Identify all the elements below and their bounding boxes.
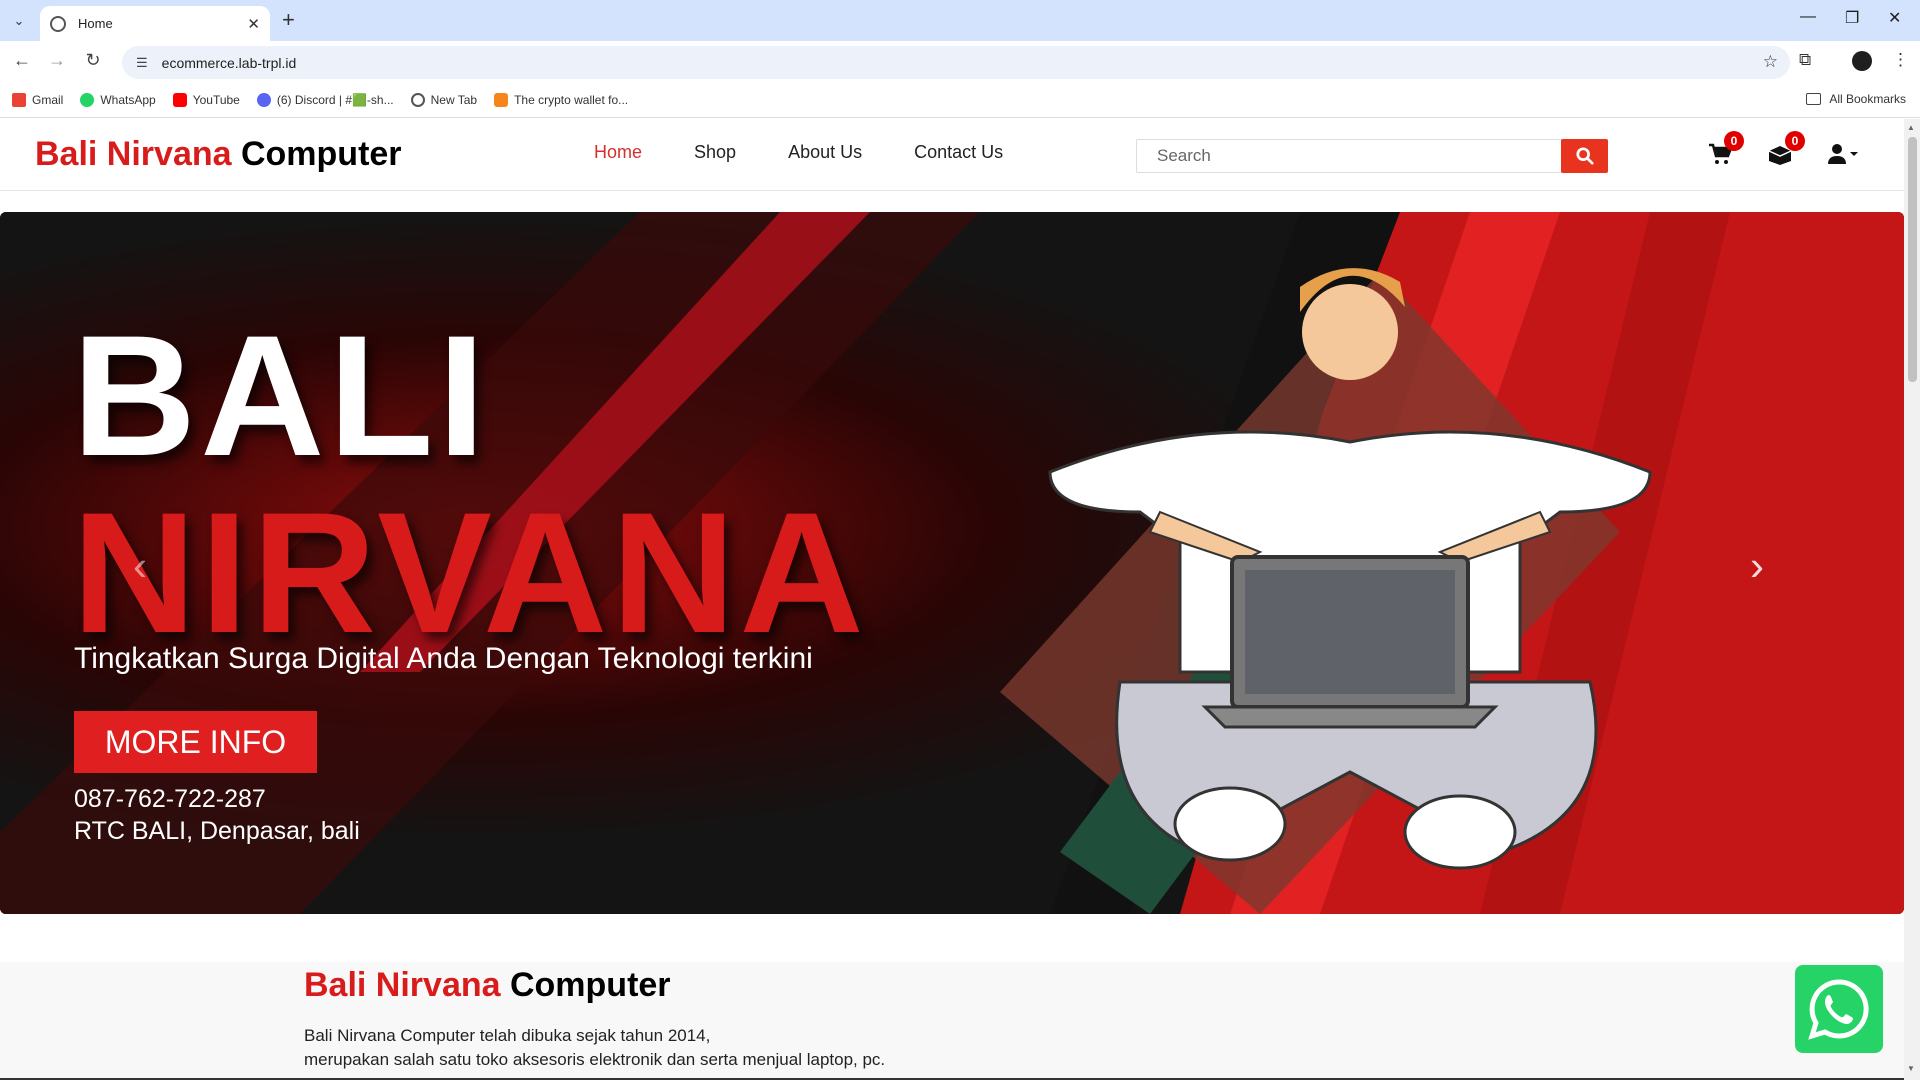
- site-settings-icon[interactable]: ☰: [136, 55, 148, 71]
- page-scrollbar[interactable]: ▲ ▼: [1904, 119, 1920, 1080]
- whatsapp-icon: [80, 93, 95, 107]
- scroll-down-icon[interactable]: ▼: [1907, 1064, 1915, 1073]
- hero-title-line1: BALI: [72, 300, 490, 492]
- menu-dots-icon[interactable]: ⋮: [1892, 50, 1909, 70]
- nav-contact-us[interactable]: Contact Us: [914, 142, 1003, 163]
- main-nav: Home Shop About Us Contact Us: [594, 142, 1055, 163]
- hero-subtitle: Tingkatkan Surga Digital Anda Dengan Tek…: [74, 642, 813, 675]
- all-bookmarks[interactable]: All Bookmarks: [1806, 92, 1906, 106]
- about-title-part2: Computer: [509, 966, 671, 1004]
- restore-icon[interactable]: ❐: [1845, 8, 1859, 28]
- bookmark-new-tab[interactable]: New Tab: [410, 93, 478, 107]
- window-close-icon[interactable]: ✕: [1888, 8, 1901, 28]
- about-title-part1: Bali Nirvana: [304, 966, 501, 1004]
- profile-avatar[interactable]: [1852, 51, 1872, 71]
- search-box: [1136, 139, 1608, 173]
- bookmark-label: (6) Discord | #🟩-sh...: [276, 93, 394, 107]
- close-icon[interactable]: ✕: [247, 15, 260, 33]
- bookmark-whatsapp[interactable]: WhatsApp: [80, 93, 156, 107]
- whatsapp-button[interactable]: [1795, 965, 1883, 1053]
- bookmark-label: New Tab: [430, 93, 478, 107]
- bookmark-label: The crypto wallet fo...: [514, 93, 629, 107]
- hero-address: RTC BALI, Denpasar, bali: [74, 817, 360, 845]
- bookmark-label: Gmail: [32, 93, 64, 107]
- back-icon[interactable]: ←: [10, 50, 34, 71]
- new-tab-icon[interactable]: +: [282, 8, 295, 32]
- website-viewport: Bali Nirvana Computer Home Shop About Us…: [0, 119, 1904, 1080]
- bookmark-discord[interactable]: (6) Discord | #🟩-sh...: [256, 93, 394, 107]
- minimize-icon[interactable]: —: [1800, 8, 1816, 26]
- user-icon: [1828, 144, 1858, 164]
- about-line1: Bali Nirvana Computer telah dibuka sejak…: [304, 1026, 711, 1045]
- scroll-thumb[interactable]: [1908, 137, 1917, 382]
- hero-title-line2: NIRVANA: [72, 477, 868, 669]
- account-menu[interactable]: [1828, 143, 1860, 170]
- more-info-button[interactable]: MORE INFO: [74, 711, 317, 773]
- all-bookmarks-label: All Bookmarks: [1829, 92, 1906, 106]
- search-input[interactable]: [1137, 140, 1562, 172]
- forward-icon[interactable]: →: [45, 50, 69, 71]
- hero-phone: 087-762-722-287: [74, 785, 266, 813]
- whatsapp-icon: [1808, 979, 1869, 1040]
- about-line2: merupakan salah satu toko aksesoris elek…: [304, 1050, 886, 1069]
- bookmark-label: YouTube: [192, 93, 240, 107]
- bookmark-label: WhatsApp: [100, 93, 156, 107]
- browser-toolbar: ← → ↻ ☰ ecommerce.lab-trpl.id ☆ ⧉ ⋮: [0, 41, 1920, 83]
- logo-part2: Computer: [240, 135, 402, 173]
- extensions-icon[interactable]: ⧉: [1799, 50, 1811, 70]
- tab-search-icon[interactable]: ⌄: [6, 8, 32, 34]
- youtube-icon: [172, 93, 187, 107]
- bookmark-metamask[interactable]: The crypto wallet fo...: [494, 93, 628, 107]
- nav-about-us[interactable]: About Us: [788, 142, 862, 163]
- nav-shop[interactable]: Shop: [694, 142, 736, 163]
- browser-tabstrip: ⌄ Home ✕ + — ❐ ✕: [0, 0, 1920, 41]
- orders-button[interactable]: 0: [1767, 131, 1805, 170]
- browser-tab-home[interactable]: Home ✕: [40, 6, 270, 41]
- person-head: [1302, 284, 1398, 380]
- fox-icon: [494, 93, 509, 107]
- url-text: ecommerce.lab-trpl.id: [161, 54, 297, 71]
- folder-icon: [1806, 93, 1822, 105]
- nav-home[interactable]: Home: [594, 142, 642, 163]
- search-button[interactable]: [1561, 139, 1608, 173]
- hero-carousel: BALI NIRVANA Tingkatkan Surga Digital An…: [0, 212, 1904, 914]
- globe-icon: [410, 93, 425, 107]
- scroll-up-icon[interactable]: ▲: [1907, 123, 1915, 132]
- bookmarks-bar: Gmail WhatsApp YouTube (6) Discord | #🟩-…: [0, 83, 1920, 118]
- search-icon: [1575, 147, 1594, 165]
- tab-title: Home: [78, 16, 113, 31]
- orders-badge: 0: [1785, 131, 1805, 151]
- bookmark-gmail[interactable]: Gmail: [12, 93, 63, 107]
- address-bar[interactable]: ☰ ecommerce.lab-trpl.id ☆: [122, 46, 1790, 79]
- bookmark-star-icon[interactable]: ☆: [1763, 52, 1778, 72]
- carousel-prev-icon[interactable]: ‹: [133, 542, 147, 590]
- reload-icon[interactable]: ↻: [81, 50, 105, 71]
- discord-icon: [256, 93, 271, 107]
- site-logo[interactable]: Bali Nirvana Computer: [35, 135, 402, 174]
- carousel-next-icon[interactable]: ›: [1750, 542, 1764, 590]
- bookmark-youtube[interactable]: YouTube: [172, 93, 240, 107]
- gmail-icon: [12, 93, 26, 107]
- globe-icon: [50, 15, 66, 32]
- cart-badge: 0: [1724, 131, 1744, 151]
- logo-part1: Bali Nirvana: [35, 135, 232, 173]
- cart-button[interactable]: 0: [1708, 131, 1744, 170]
- site-header: Bali Nirvana Computer Home Shop About Us…: [0, 119, 1904, 191]
- about-section: [0, 962, 1904, 1080]
- about-title: Bali Nirvana Computer: [304, 966, 671, 1005]
